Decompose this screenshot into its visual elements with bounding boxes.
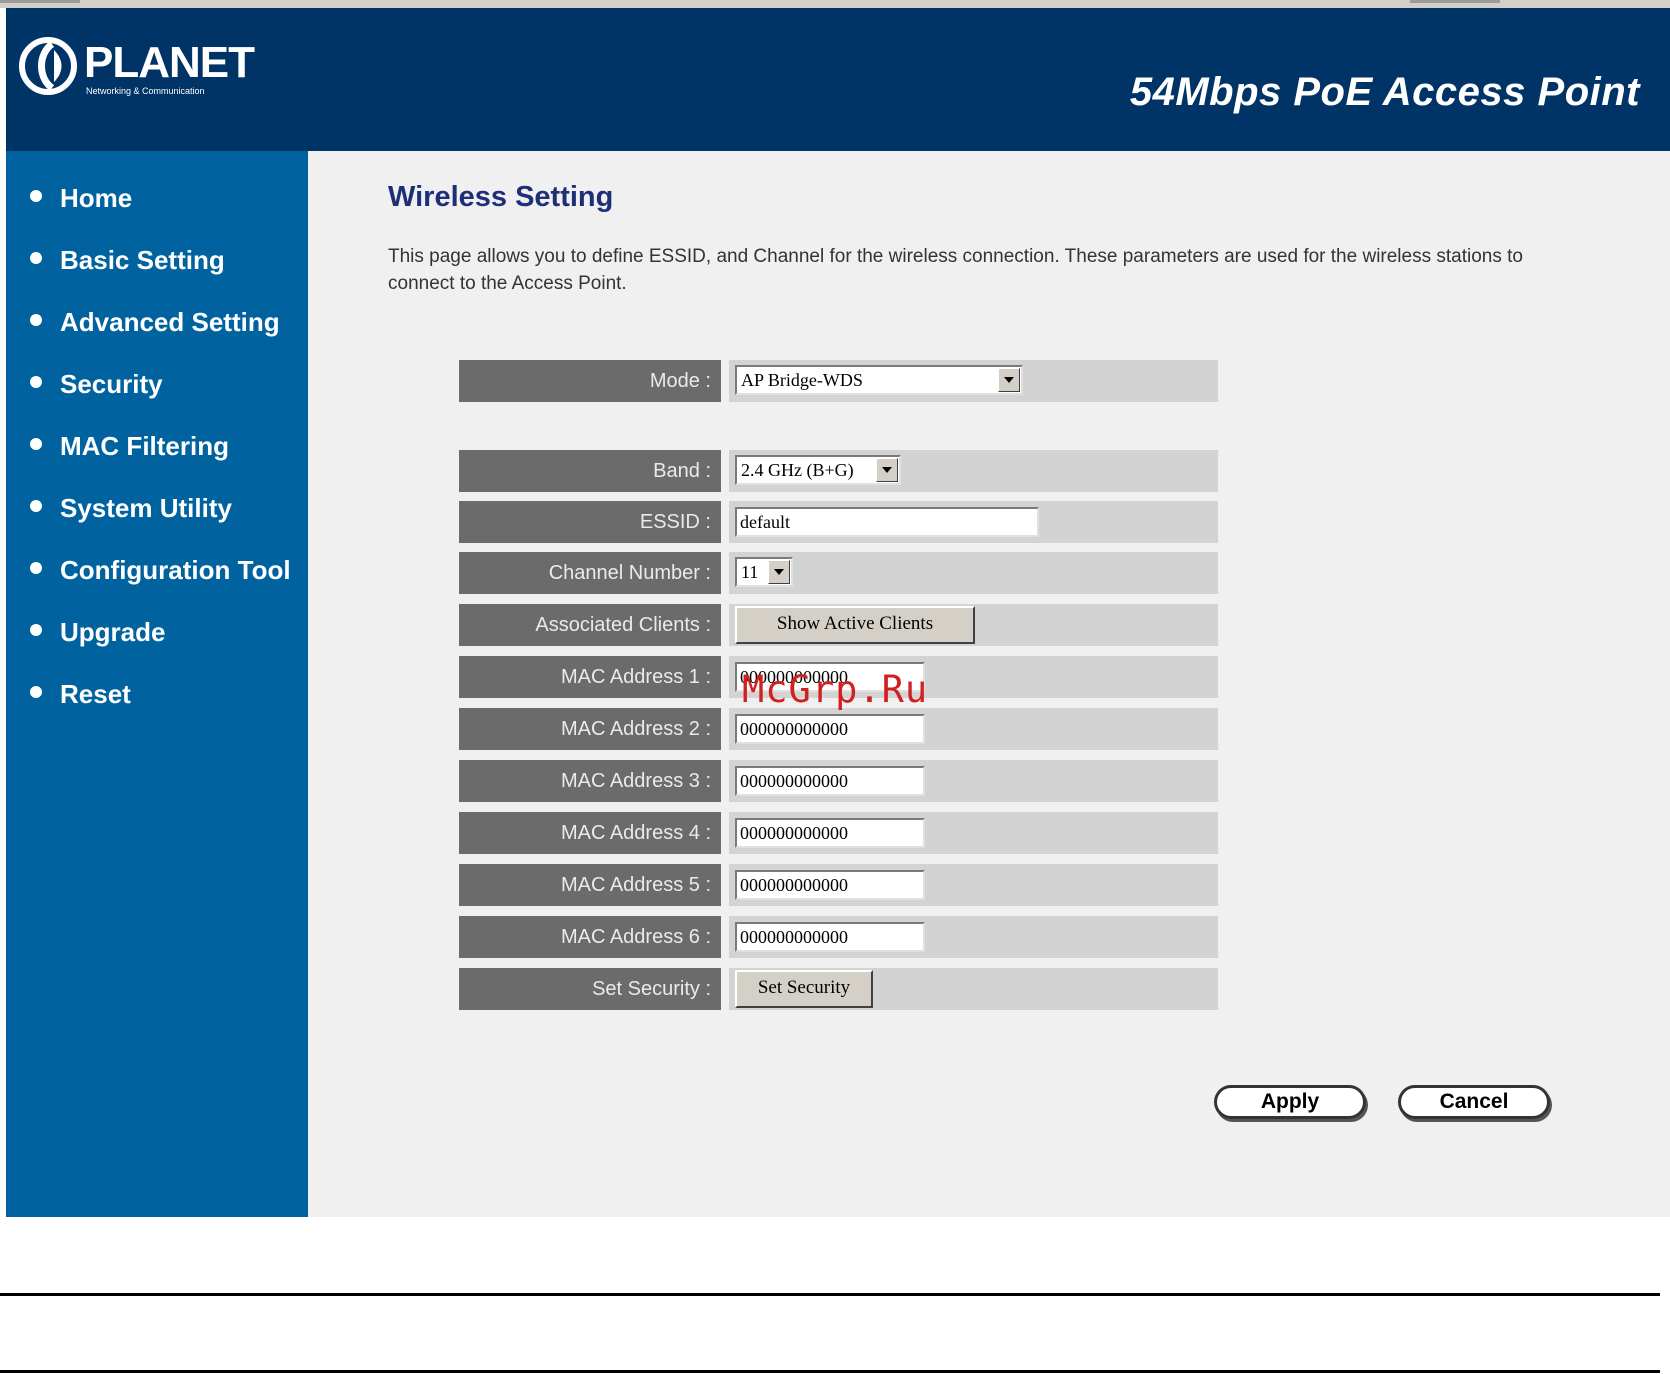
mac-address-1-label: MAC Address 1 : (459, 656, 721, 698)
essid-value-cell: default (729, 501, 1218, 543)
planet-logo-icon (19, 37, 77, 95)
sidebar-item-label: Configuration Tool (60, 555, 291, 585)
dropdown-arrow-icon[interactable] (768, 560, 790, 584)
cancel-button[interactable]: Cancel (1398, 1085, 1550, 1119)
bullet-icon (30, 314, 42, 327)
channel-selected-value: 11 (741, 562, 759, 582)
sidebar-item-configuration-tool[interactable]: Configuration Tool (30, 555, 291, 586)
product-title: 54Mbps PoE Access Point (1129, 70, 1640, 114)
mac-address-2-label: MAC Address 2 : (459, 708, 721, 750)
bullet-icon (30, 376, 42, 389)
divider-line (0, 1293, 1660, 1296)
sidebar-item-upgrade[interactable]: Upgrade (30, 617, 165, 648)
associated-clients-row: Associated Clients : Show Active Clients (459, 604, 1218, 646)
sidebar-item-label: Advanced Setting (60, 307, 280, 337)
band-row: Band : 2.4 GHz (B+G) (459, 450, 1218, 492)
sidebar-item-reset[interactable]: Reset (30, 679, 131, 710)
band-label: Band : (459, 450, 721, 492)
brand-tagline: Networking & Communication (86, 86, 205, 96)
mode-value-cell: AP Bridge-WDS (729, 360, 1218, 402)
dropdown-arrow-icon[interactable] (998, 368, 1020, 392)
mac-address-6-row: MAC Address 6 : 000000000000 (459, 916, 1218, 958)
essid-label: ESSID : (459, 501, 721, 543)
band-value-cell: 2.4 GHz (B+G) (729, 450, 1218, 492)
main-content: Wireless Setting This page allows you to… (308, 151, 1670, 1217)
associated-clients-value-cell: Show Active Clients (729, 604, 1218, 646)
essid-row: ESSID : default (459, 501, 1218, 543)
sidebar-item-label: Basic Setting (60, 245, 225, 275)
bullet-icon (30, 252, 42, 265)
mode-select[interactable]: AP Bridge-WDS (735, 365, 1023, 395)
mac-address-3-input[interactable]: 000000000000 (735, 766, 925, 796)
sidebar-item-basic-setting[interactable]: Basic Setting (30, 245, 225, 276)
mode-label: Mode : (459, 360, 721, 402)
band-selected-value: 2.4 GHz (B+G) (741, 460, 854, 480)
sidebar-nav: Home Basic Setting Advanced Setting Secu… (6, 151, 308, 1217)
channel-label: Channel Number : (459, 552, 721, 594)
sidebar-item-label: Upgrade (60, 617, 166, 647)
sidebar-item-mac-filtering[interactable]: MAC Filtering (30, 431, 229, 462)
set-security-value-cell: Set Security (729, 968, 1218, 1010)
mac-address-5-input[interactable]: 000000000000 (735, 870, 925, 900)
channel-value-cell: 11 (729, 552, 1218, 594)
planet-logo: PLANET Networking & Communication (18, 36, 258, 106)
sidebar-item-advanced-setting[interactable]: Advanced Setting (30, 307, 280, 338)
mac-address-5-row: MAC Address 5 : 000000000000 (459, 864, 1218, 906)
watermark: McGrp.Ru (742, 668, 929, 711)
mac-address-2-input[interactable]: 000000000000 (735, 714, 925, 744)
mac-address-5-label: MAC Address 5 : (459, 864, 721, 906)
brand-name: PLANET (84, 38, 255, 87)
mac-address-3-label: MAC Address 3 : (459, 760, 721, 802)
mac-address-3-row: MAC Address 3 : 000000000000 (459, 760, 1218, 802)
bullet-icon (30, 190, 42, 203)
dropdown-arrow-icon[interactable] (876, 458, 898, 482)
mac-address-4-row: MAC Address 4 : 000000000000 (459, 812, 1218, 854)
sidebar-item-label: Home (60, 183, 133, 213)
mode-selected-value: AP Bridge-WDS (741, 370, 863, 390)
set-security-button[interactable]: Set Security (735, 970, 873, 1008)
mac-address-4-input[interactable]: 000000000000 (735, 818, 925, 848)
window-top-strip (0, 0, 1670, 8)
sidebar-item-security[interactable]: Security (30, 369, 163, 400)
sidebar-item-label: MAC Filtering (60, 431, 229, 461)
sidebar-item-label: Reset (60, 679, 131, 709)
bullet-icon (30, 624, 42, 637)
bullet-icon (30, 500, 42, 513)
sidebar-item-system-utility[interactable]: System Utility (30, 493, 232, 524)
mac-address-2-cell: 000000000000 (729, 708, 1218, 750)
page-description: This page allows you to define ESSID, an… (388, 246, 1523, 294)
mac-address-6-label: MAC Address 6 : (459, 916, 721, 958)
page-header: PLANET Networking & Communication 54Mbps… (6, 8, 1670, 151)
mac-address-4-label: MAC Address 4 : (459, 812, 721, 854)
bullet-icon (30, 438, 42, 451)
apply-button[interactable]: Apply (1214, 1085, 1366, 1119)
set-security-row: Set Security : Set Security (459, 968, 1218, 1010)
mac-address-3-cell: 000000000000 (729, 760, 1218, 802)
channel-row: Channel Number : 11 (459, 552, 1218, 594)
sidebar-item-label: System Utility (60, 493, 232, 523)
channel-select[interactable]: 11 (735, 557, 793, 587)
band-select[interactable]: 2.4 GHz (B+G) (735, 455, 901, 485)
mac-address-6-cell: 000000000000 (729, 916, 1218, 958)
mode-row: Mode : AP Bridge-WDS (459, 360, 1218, 402)
divider-line (0, 1370, 1660, 1373)
sidebar-item-home[interactable]: Home (30, 183, 132, 214)
bullet-icon (30, 562, 42, 575)
mac-address-5-cell: 000000000000 (729, 864, 1218, 906)
essid-input[interactable]: default (735, 507, 1039, 537)
sidebar-item-label: Security (60, 369, 163, 399)
mac-address-6-input[interactable]: 000000000000 (735, 922, 925, 952)
mac-address-2-row: MAC Address 2 : 000000000000 (459, 708, 1218, 750)
strip-segment (0, 0, 80, 3)
strip-segment (1410, 0, 1500, 3)
mac-address-4-cell: 000000000000 (729, 812, 1218, 854)
set-security-label: Set Security : (459, 968, 721, 1010)
bullet-icon (30, 686, 42, 699)
show-active-clients-button[interactable]: Show Active Clients (735, 606, 975, 644)
associated-clients-label: Associated Clients : (459, 604, 721, 646)
page-title: Wireless Setting (388, 181, 614, 213)
